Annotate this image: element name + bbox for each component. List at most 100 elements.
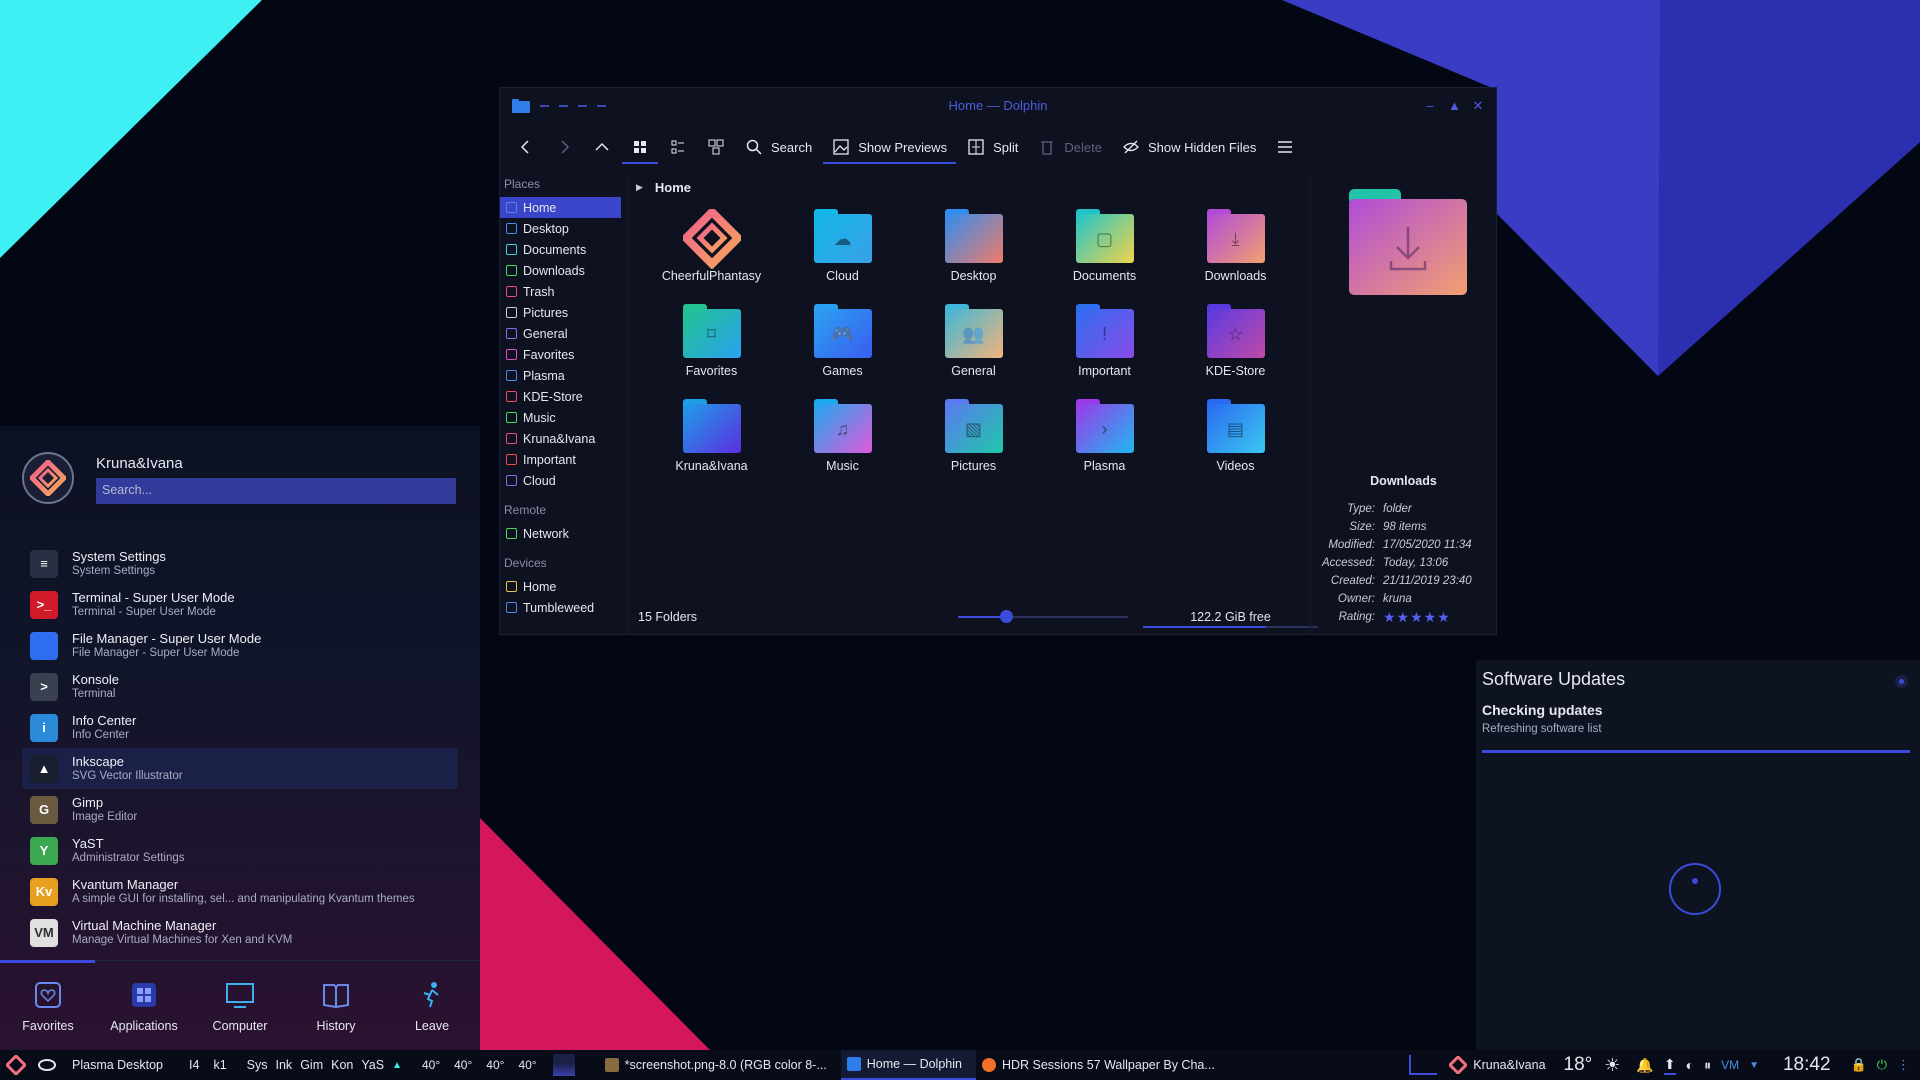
pager[interactable]: I4 k1 [169,1050,233,1080]
minimize-button[interactable]: – [1424,98,1436,114]
launcher-button[interactable] [0,1050,32,1080]
titlebar-menu-dash[interactable] [540,104,549,107]
titlebar-menu-dash[interactable] [559,104,568,107]
file-item[interactable]: ♫ Music [777,399,908,494]
zoom-slider[interactable] [958,610,1128,623]
notifications-icon[interactable]: 🔔 [1636,1057,1653,1074]
place-item[interactable]: Trash [500,281,627,302]
details-view-button[interactable] [698,132,734,164]
title-bar[interactable]: Home — Dolphin – ▲ ✕ [500,88,1496,123]
quick-launch-item[interactable]: YaS [361,1058,384,1072]
launcher-app-item[interactable]: G Gimp Image Editor [22,789,458,830]
launcher-search-input[interactable]: Search... [96,478,456,504]
quick-launch-item[interactable]: Gim [300,1058,323,1072]
file-item[interactable]: › Plasma [1039,399,1170,494]
launcher-tab-computer[interactable]: Computer [195,961,285,1050]
file-item[interactable]: ⌑ Favorites [646,304,777,399]
user-switcher[interactable]: Kruna&Ivana [1443,1050,1551,1080]
pager-desktop-2[interactable]: k1 [213,1058,226,1072]
search-button[interactable]: Search [736,132,821,164]
free-space[interactable]: 122.2 GiB free [1143,600,1318,634]
place-item[interactable]: Documents [500,239,627,260]
quick-launch-item[interactable]: Ink [276,1058,293,1072]
place-item[interactable]: Home [500,197,621,218]
file-item[interactable]: ! Important [1039,304,1170,399]
launcher-app-item[interactable]: ≡ System Settings System Settings [22,543,458,584]
breadcrumb[interactable]: ▶ Home [628,173,1310,201]
place-item[interactable]: Important [500,449,627,470]
titlebar-menu-dash[interactable] [597,104,606,107]
titlebar-menu-dash[interactable] [578,104,587,107]
power-icon[interactable]: ⏻ [1877,1057,1887,1073]
avatar[interactable] [22,452,74,504]
file-item[interactable]: ⤓ Downloads [1170,209,1301,304]
file-item[interactable]: 👥 General [908,304,1039,399]
lock-icon[interactable]: 🔒 [1851,1057,1867,1073]
place-item[interactable]: Network [500,523,627,544]
compact-view-button[interactable] [660,132,696,164]
show-previews-button[interactable]: Show Previews [823,132,957,164]
file-item[interactable]: 🎮 Games [777,304,908,399]
launcher-app-item[interactable]: File Manager - Super User Mode File Manag… [22,625,458,666]
dolphin-window[interactable]: Home — Dolphin – ▲ ✕ Search Show Preview… [499,87,1497,635]
place-item[interactable]: KDE-Store [500,386,627,407]
updates-status-indicator[interactable] [1895,675,1908,688]
menu-dots-icon[interactable]: ⋮ [1897,1057,1910,1073]
launcher-app-item[interactable]: i Info Center Info Center [22,707,458,748]
place-item[interactable]: Home [500,576,627,597]
place-item[interactable]: Tumbleweed [500,597,627,618]
file-item[interactable]: ☁ Cloud [777,209,908,304]
task-button[interactable]: *screenshot.png-8.0 (RGB color 8-... [599,1050,841,1080]
split-button[interactable]: Split [958,132,1027,164]
forward-button[interactable] [546,132,582,164]
vm-tray-icon[interactable]: VM [1721,1058,1739,1072]
back-button[interactable] [508,132,544,164]
file-item[interactable]: Kruna&Ivana [646,399,777,494]
expand-up-icon[interactable]: ▲ [392,1060,402,1071]
task-button[interactable]: Home — Dolphin [840,1050,976,1080]
file-item[interactable]: ▤ Videos [1170,399,1301,494]
show-hidden-files-button[interactable]: Show Hidden Files [1113,132,1265,164]
launcher-tab-leave[interactable]: Leave [387,961,477,1050]
updates-tray-icon[interactable]: ⬆ [1663,1056,1676,1075]
icons-view-button[interactable] [622,132,658,164]
place-item[interactable]: Downloads [500,260,627,281]
hamburger-menu-button[interactable] [1267,132,1303,164]
quick-launch-item[interactable]: Sys [247,1058,268,1072]
file-view[interactable]: ▶ Home CheerfulPhantasy ☁ Cloud Desktop ▢ Doc… [628,173,1318,634]
up-button[interactable] [584,132,620,164]
pager-desktop-1[interactable]: I4 [189,1058,199,1072]
launcher-app-item[interactable]: VM Virtual Machine Manager Manage Virtual … [22,912,458,953]
folder-app-icon[interactable] [512,98,530,113]
place-item[interactable]: Pictures [500,302,627,323]
launcher-app-item[interactable]: > Konsole Terminal [22,666,458,707]
launcher-tab-applications[interactable]: Applications [99,961,189,1050]
launcher-app-item[interactable]: >_ Terminal - Super User Mode Terminal - S… [22,584,458,625]
quick-launch-item[interactable]: Kon [331,1058,353,1072]
place-item[interactable]: Cloud [500,470,627,491]
tray-expand-icon[interactable]: ▼ [1749,1060,1759,1071]
place-item[interactable]: Desktop [500,218,627,239]
close-button[interactable]: ✕ [1472,98,1484,114]
breadcrumb-arrow-icon[interactable]: ▶ [636,182,643,193]
task-button[interactable]: HDR Sessions 57 Wallpaper By Cha... [976,1050,1229,1080]
zoom-slider-handle[interactable] [999,610,1013,623]
weather-widget[interactable]: 18° ☀ [1552,1050,1627,1080]
delete-button[interactable]: Delete [1029,132,1111,164]
launcher-tab-favorites[interactable]: Favorites [0,960,95,1050]
place-item[interactable]: Music [500,407,627,428]
file-item[interactable]: ▧ Pictures [908,399,1039,494]
place-item[interactable]: Plasma [500,365,627,386]
launcher-app-item[interactable]: Y YaST Administrator Settings [22,830,458,871]
file-item[interactable]: Desktop [908,209,1039,304]
place-item[interactable]: Favorites [500,344,627,365]
launcher-app-item[interactable]: ▲ Inkscape SVG Vector Illustrator [22,748,458,789]
activity-switcher[interactable]: Plasma Desktop [32,1050,169,1080]
file-item[interactable]: CheerfulPhantasy [646,209,777,304]
place-item[interactable]: General [500,323,627,344]
launcher-app-item[interactable]: Kv Kvantum Manager A simple GUI for instal… [22,871,458,912]
file-item[interactable]: ☆ KDE-Store [1170,304,1301,399]
file-item[interactable]: ▢ Documents [1039,209,1170,304]
rating-stars[interactable]: ★★★★★ [1383,610,1493,624]
media-icon[interactable]: ⏸ [1704,1057,1711,1074]
